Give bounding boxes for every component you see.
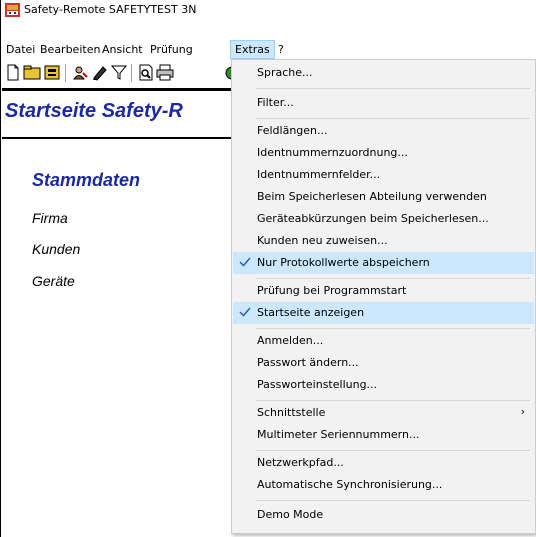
menu-item-abteilung-verwenden[interactable]: Beim Speicherlesen Abteilung verwenden: [233, 186, 534, 208]
link-kunden[interactable]: Kunden: [32, 241, 80, 257]
app-icon: [5, 3, 20, 17]
menu-pruefung[interactable]: Prüfung: [146, 40, 197, 59]
menu-item-label: Multimeter Seriennummern...: [257, 428, 420, 441]
window-title: Safety-Remote SAFETYTEST 3N: [24, 3, 197, 16]
menu-separator: [256, 278, 530, 279]
menu-ansicht[interactable]: Ansicht: [98, 40, 147, 59]
menu-item-startseite-anzeigen[interactable]: Startseite anzeigen: [233, 302, 534, 324]
preview-icon[interactable]: [137, 64, 155, 81]
menu-separator: [256, 118, 530, 119]
menu-item-label: Sprache...: [257, 66, 313, 79]
start-page: Startseite Safety-R Stammdaten Firma Kun…: [2, 88, 242, 537]
menu-item-label: Geräteabkürzungen beim Speicherlesen...: [257, 212, 489, 225]
menu-item-anmelden[interactable]: Anmelden...: [233, 330, 534, 352]
menu-item-label: Netzwerkpfad...: [257, 456, 344, 469]
link-geraete[interactable]: Geräte: [32, 273, 75, 289]
menu-separator: [256, 500, 530, 501]
submenu-arrow-icon: ›: [520, 405, 525, 418]
menu-item-label: Beim Speicherlesen Abteilung verwenden: [257, 190, 487, 203]
menu-datei[interactable]: Datei: [2, 40, 39, 59]
page-title: Startseite Safety-R: [5, 100, 183, 122]
menu-help[interactable]: ?: [274, 40, 288, 59]
print-icon[interactable]: [156, 64, 174, 81]
new-document-icon[interactable]: [4, 64, 22, 81]
menu-separator: [256, 450, 530, 451]
menu-item-filter[interactable]: Filter...: [233, 92, 534, 114]
menu-item-label: Demo Mode: [257, 508, 324, 521]
menu-item-label: Anmelden...: [257, 334, 324, 347]
menu-item-label: Startseite anzeigen: [257, 306, 365, 319]
menu-item-label: Prüfung bei Programmstart: [257, 284, 407, 297]
menu-item-demo-mode[interactable]: Demo Mode: [233, 504, 534, 526]
menu-item-schnittstelle[interactable]: Schnittstelle ›: [233, 402, 534, 424]
menu-item-netzwerkpfad[interactable]: Netzwerkpfad...: [233, 452, 534, 474]
link-firma[interactable]: Firma: [32, 210, 68, 226]
menu-item-label: Identnummernfelder...: [257, 168, 381, 181]
menu-item-label: Identnummernzuordnung...: [257, 146, 408, 159]
menu-item-passwort-aendern[interactable]: Passwort ändern...: [233, 352, 534, 374]
section-heading-stammdaten: Stammdaten: [32, 170, 141, 190]
menu-bar: Datei Bearbeiten Ansicht Prüfung Extras …: [1, 40, 536, 59]
menu-item-label: Passworteinstellung...: [257, 378, 378, 391]
menu-item-sprache[interactable]: Sprache...: [233, 62, 534, 84]
menu-item-label: Feldlängen...: [257, 124, 328, 137]
menu-separator: [256, 400, 530, 401]
menu-item-label: Filter...: [257, 96, 294, 109]
menu-item-label: Automatische Synchronisierung...: [257, 478, 443, 491]
menu-item-kunden-neu-zuweisen[interactable]: Kunden neu zuweisen...: [233, 230, 534, 252]
print-preview-icon[interactable]: [43, 64, 61, 81]
extras-dropdown-menu: Sprache... Filter... Feldlängen... Ident…: [231, 59, 536, 534]
toolbar-separator: [131, 64, 132, 82]
menu-extras[interactable]: Extras: [230, 40, 275, 59]
app-window: Safety-Remote SAFETYTEST 3N Datei Bearbe…: [0, 0, 536, 537]
menu-item-label: Nur Protokollwerte abspeichern: [257, 256, 430, 269]
user-key-icon[interactable]: [71, 64, 89, 81]
menu-separator: [256, 328, 530, 329]
menu-item-label: Schnittstelle: [257, 406, 326, 419]
menu-item-geraeteabkuerzungen[interactable]: Geräteabkürzungen beim Speicherlesen...: [233, 208, 534, 230]
open-folder-icon[interactable]: [23, 64, 41, 81]
filter-icon[interactable]: [110, 64, 128, 81]
menu-item-label: Passwort ändern...: [257, 356, 359, 369]
menu-item-feldlaengen[interactable]: Feldlängen...: [233, 120, 534, 142]
menu-item-label: Kunden neu zuweisen...: [257, 234, 388, 247]
content-top-border: [2, 88, 242, 91]
menu-item-nur-protokollwerte[interactable]: Nur Protokollwerte abspeichern: [233, 252, 534, 274]
menu-item-identnummernzuordnung[interactable]: Identnummernzuordnung...: [233, 142, 534, 164]
menu-item-passworteinstellung[interactable]: Passworteinstellung...: [233, 374, 534, 396]
checkmark-icon: [239, 307, 251, 317]
title-divider: [2, 137, 242, 139]
edit-pen-icon[interactable]: [91, 64, 109, 81]
menu-item-automatische-synchronisierung[interactable]: Automatische Synchronisierung...: [233, 474, 534, 496]
toolbar-separator: [65, 64, 66, 82]
checkmark-icon: [239, 257, 251, 267]
title-bar: Safety-Remote SAFETYTEST 3N: [1, 0, 536, 21]
menu-item-identnummernfelder[interactable]: Identnummernfelder...: [233, 164, 534, 186]
menu-bearbeiten[interactable]: Bearbeiten: [36, 40, 104, 59]
menu-separator: [256, 88, 530, 89]
menu-item-pruefung-programmstart[interactable]: Prüfung bei Programmstart: [233, 280, 534, 302]
menu-item-multimeter-seriennummern[interactable]: Multimeter Seriennummern...: [233, 424, 534, 446]
